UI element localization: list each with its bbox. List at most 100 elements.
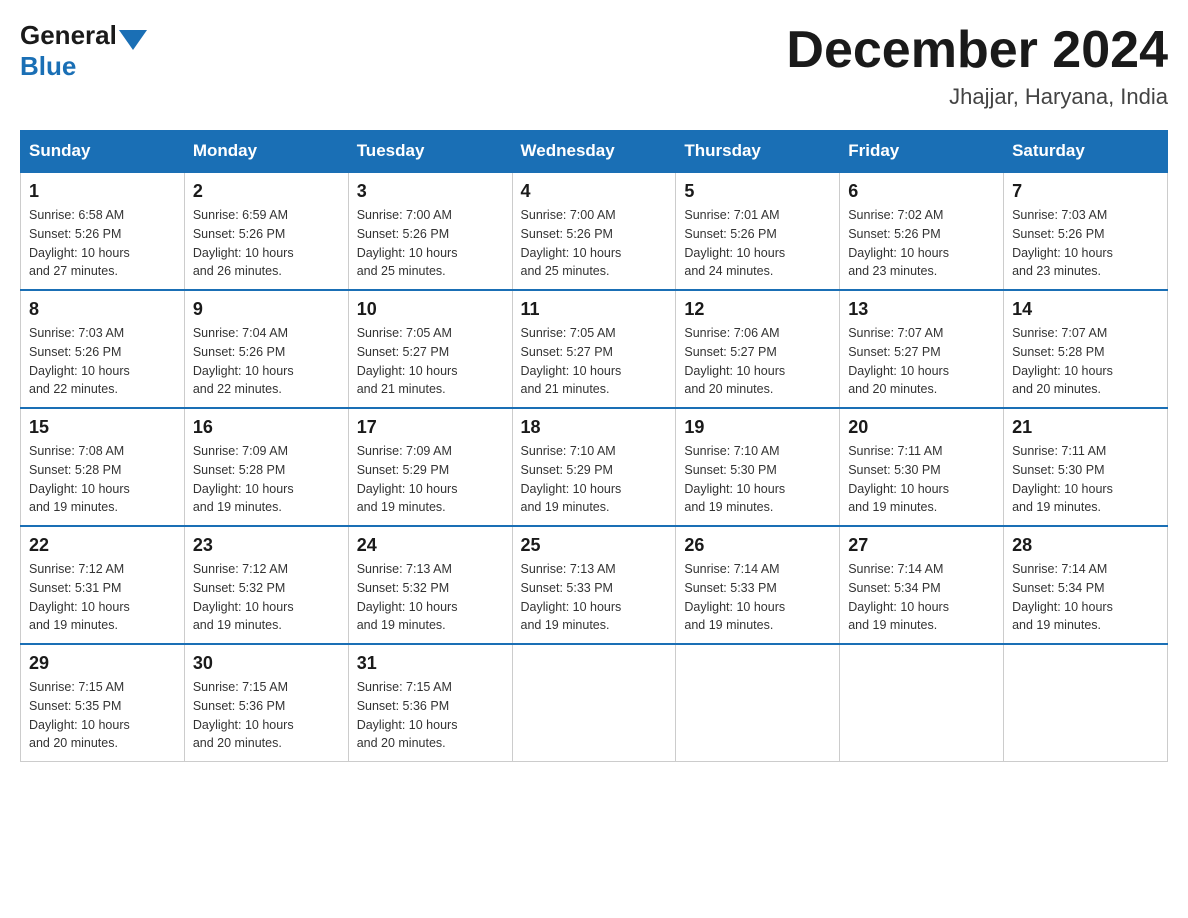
day-info: Sunrise: 7:00 AMSunset: 5:26 PMDaylight:…: [521, 208, 622, 278]
day-number: 12: [684, 299, 831, 320]
calendar-cell: [512, 644, 676, 762]
day-number: 26: [684, 535, 831, 556]
day-number: 22: [29, 535, 176, 556]
calendar-week-row: 29 Sunrise: 7:15 AMSunset: 5:35 PMDayligh…: [21, 644, 1168, 762]
day-number: 10: [357, 299, 504, 320]
day-number: 1: [29, 181, 176, 202]
calendar-cell: 25Sunrise: 7:13 AMSunset: 5:33 PMDayligh…: [512, 526, 676, 644]
calendar-week-row: 15Sunrise: 7:08 AMSunset: 5:28 PMDayligh…: [21, 408, 1168, 526]
calendar-cell: 2 Sunrise: 6:59 AMSunset: 5:26 PMDaylight…: [184, 172, 348, 290]
day-info: Sunrise: 7:05 AMSunset: 5:27 PMDaylight:…: [521, 326, 622, 396]
day-number: 23: [193, 535, 340, 556]
calendar-cell: 21Sunrise: 7:11 AMSunset: 5:30 PMDayligh…: [1004, 408, 1168, 526]
day-number: 8: [29, 299, 176, 320]
day-info: Sunrise: 7:12 AMSunset: 5:31 PMDaylight:…: [29, 562, 130, 632]
day-info: Sunrise: 7:03 AMSunset: 5:26 PMDaylight:…: [1012, 208, 1113, 278]
day-info: Sunrise: 7:12 AMSunset: 5:32 PMDaylight:…: [193, 562, 294, 632]
calendar-cell: 24 Sunrise: 7:13 AMSunset: 5:32 PMDayligh…: [348, 526, 512, 644]
weekday-header-sunday: Sunday: [21, 131, 185, 173]
day-number: 19: [684, 417, 831, 438]
logo-general-text: General: [20, 20, 117, 51]
calendar-cell: 4 Sunrise: 7:00 AMSunset: 5:26 PMDaylight…: [512, 172, 676, 290]
logo-triangle-icon: [119, 30, 147, 50]
day-info: Sunrise: 7:10 AMSunset: 5:30 PMDaylight:…: [684, 444, 785, 514]
day-number: 24: [357, 535, 504, 556]
calendar-cell: 19 Sunrise: 7:10 AMSunset: 5:30 PMDayligh…: [676, 408, 840, 526]
calendar-cell: 1 Sunrise: 6:58 AMSunset: 5:26 PMDaylight…: [21, 172, 185, 290]
day-number: 27: [848, 535, 995, 556]
day-info: Sunrise: 7:07 AMSunset: 5:28 PMDaylight:…: [1012, 326, 1113, 396]
day-info: Sunrise: 6:58 AMSunset: 5:26 PMDaylight:…: [29, 208, 130, 278]
logo-blue-text: Blue: [20, 51, 76, 82]
day-number: 31: [357, 653, 504, 674]
weekday-header-saturday: Saturday: [1004, 131, 1168, 173]
calendar-cell: 5Sunrise: 7:01 AMSunset: 5:26 PMDaylight…: [676, 172, 840, 290]
day-info: Sunrise: 7:09 AMSunset: 5:28 PMDaylight:…: [193, 444, 294, 514]
day-info: Sunrise: 7:04 AMSunset: 5:26 PMDaylight:…: [193, 326, 294, 396]
calendar-cell: 14 Sunrise: 7:07 AMSunset: 5:28 PMDayligh…: [1004, 290, 1168, 408]
day-info: Sunrise: 7:06 AMSunset: 5:27 PMDaylight:…: [684, 326, 785, 396]
day-number: 17: [357, 417, 504, 438]
calendar-cell: [676, 644, 840, 762]
calendar-cell: 8 Sunrise: 7:03 AMSunset: 5:26 PMDaylight…: [21, 290, 185, 408]
calendar-cell: 20 Sunrise: 7:11 AMSunset: 5:30 PMDayligh…: [840, 408, 1004, 526]
day-info: Sunrise: 7:10 AMSunset: 5:29 PMDaylight:…: [521, 444, 622, 514]
calendar-cell: 17 Sunrise: 7:09 AMSunset: 5:29 PMDayligh…: [348, 408, 512, 526]
day-number: 29: [29, 653, 176, 674]
calendar-cell: 9 Sunrise: 7:04 AMSunset: 5:26 PMDaylight…: [184, 290, 348, 408]
calendar-cell: 12 Sunrise: 7:06 AMSunset: 5:27 PMDayligh…: [676, 290, 840, 408]
day-number: 9: [193, 299, 340, 320]
calendar-cell: [840, 644, 1004, 762]
weekday-header-row: SundayMondayTuesdayWednesdayThursdayFrid…: [21, 131, 1168, 173]
calendar-cell: 26 Sunrise: 7:14 AMSunset: 5:33 PMDayligh…: [676, 526, 840, 644]
calendar-week-row: 8 Sunrise: 7:03 AMSunset: 5:26 PMDaylight…: [21, 290, 1168, 408]
day-info: Sunrise: 7:09 AMSunset: 5:29 PMDaylight:…: [357, 444, 458, 514]
day-number: 14: [1012, 299, 1159, 320]
day-number: 20: [848, 417, 995, 438]
location-text: Jhajjar, Haryana, India: [786, 84, 1168, 110]
day-info: Sunrise: 7:05 AMSunset: 5:27 PMDaylight:…: [357, 326, 458, 396]
day-info: Sunrise: 7:14 AMSunset: 5:33 PMDaylight:…: [684, 562, 785, 632]
day-info: Sunrise: 7:02 AMSunset: 5:26 PMDaylight:…: [848, 208, 949, 278]
logo: General Blue: [20, 20, 149, 82]
day-number: 18: [521, 417, 668, 438]
page-header: General Blue December 2024 Jhajjar, Hary…: [20, 20, 1168, 110]
day-number: 30: [193, 653, 340, 674]
calendar-cell: 11 Sunrise: 7:05 AMSunset: 5:27 PMDayligh…: [512, 290, 676, 408]
weekday-header-friday: Friday: [840, 131, 1004, 173]
day-number: 21: [1012, 417, 1159, 438]
day-number: 3: [357, 181, 504, 202]
calendar-cell: 22 Sunrise: 7:12 AMSunset: 5:31 PMDayligh…: [21, 526, 185, 644]
day-info: Sunrise: 7:01 AMSunset: 5:26 PMDaylight:…: [684, 208, 785, 278]
day-number: 11: [521, 299, 668, 320]
calendar-cell: 16Sunrise: 7:09 AMSunset: 5:28 PMDayligh…: [184, 408, 348, 526]
calendar-cell: 18 Sunrise: 7:10 AMSunset: 5:29 PMDayligh…: [512, 408, 676, 526]
calendar-cell: 27Sunrise: 7:14 AMSunset: 5:34 PMDayligh…: [840, 526, 1004, 644]
day-info: Sunrise: 7:00 AMSunset: 5:26 PMDaylight:…: [357, 208, 458, 278]
day-number: 4: [521, 181, 668, 202]
day-info: Sunrise: 7:03 AMSunset: 5:26 PMDaylight:…: [29, 326, 130, 396]
day-info: Sunrise: 7:11 AMSunset: 5:30 PMDaylight:…: [848, 444, 949, 514]
title-section: December 2024 Jhajjar, Haryana, India: [786, 20, 1168, 110]
calendar-cell: 29 Sunrise: 7:15 AMSunset: 5:35 PMDayligh…: [21, 644, 185, 762]
calendar-cell: 3 Sunrise: 7:00 AMSunset: 5:26 PMDaylight…: [348, 172, 512, 290]
day-number: 13: [848, 299, 995, 320]
day-info: Sunrise: 7:08 AMSunset: 5:28 PMDaylight:…: [29, 444, 130, 514]
calendar-cell: 23 Sunrise: 7:12 AMSunset: 5:32 PMDayligh…: [184, 526, 348, 644]
calendar-cell: 10 Sunrise: 7:05 AMSunset: 5:27 PMDayligh…: [348, 290, 512, 408]
calendar-cell: 7Sunrise: 7:03 AMSunset: 5:26 PMDaylight…: [1004, 172, 1168, 290]
day-number: 28: [1012, 535, 1159, 556]
calendar-week-row: 22 Sunrise: 7:12 AMSunset: 5:31 PMDayligh…: [21, 526, 1168, 644]
day-info: Sunrise: 7:15 AMSunset: 5:35 PMDaylight:…: [29, 680, 130, 750]
calendar-cell: [1004, 644, 1168, 762]
day-info: Sunrise: 6:59 AMSunset: 5:26 PMDaylight:…: [193, 208, 294, 278]
day-number: 2: [193, 181, 340, 202]
day-info: Sunrise: 7:15 AMSunset: 5:36 PMDaylight:…: [193, 680, 294, 750]
weekday-header-tuesday: Tuesday: [348, 131, 512, 173]
day-number: 6: [848, 181, 995, 202]
weekday-header-monday: Monday: [184, 131, 348, 173]
calendar-cell: 30 Sunrise: 7:15 AMSunset: 5:36 PMDayligh…: [184, 644, 348, 762]
calendar-cell: 6 Sunrise: 7:02 AMSunset: 5:26 PMDaylight…: [840, 172, 1004, 290]
calendar-cell: 15Sunrise: 7:08 AMSunset: 5:28 PMDayligh…: [21, 408, 185, 526]
day-info: Sunrise: 7:13 AMSunset: 5:32 PMDaylight:…: [357, 562, 458, 632]
